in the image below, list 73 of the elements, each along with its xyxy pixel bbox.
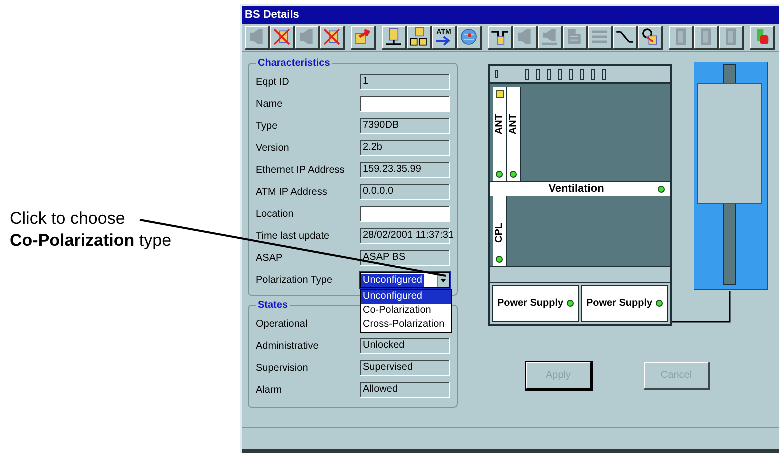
readonly-field: 1: [360, 74, 450, 90]
dropdown[interactable]: Unconfigured: [360, 272, 450, 288]
module-label: Ventilation: [548, 182, 604, 197]
field-label: Operational: [256, 318, 308, 332]
readonly-field: 159.23.35.99: [360, 162, 450, 178]
input-field[interactable]: [360, 206, 450, 222]
window-title: BS Details: [242, 6, 779, 24]
plug-cross-icon: [272, 27, 292, 47]
toolbar-button[interactable]: [513, 26, 538, 50]
field-label: Supervision: [256, 362, 308, 376]
module-label: Power Supply: [497, 297, 564, 311]
toolbar-button[interactable]: [719, 26, 744, 50]
module-label: ANT: [494, 114, 504, 135]
toolbar-button[interactable]: [694, 26, 719, 50]
ventilation-bar[interactable]: Ventilation: [490, 182, 670, 196]
toolbar-button[interactable]: [245, 26, 270, 50]
readonly-field: Unlocked: [360, 338, 450, 354]
phone-icon: [640, 27, 660, 47]
plug-cross-icon: [322, 27, 342, 47]
readonly-field: Allowed: [360, 382, 450, 398]
toolbar-button[interactable]: [669, 26, 694, 50]
toolbar-button[interactable]: [563, 26, 588, 50]
field-label: ATM IP Address: [256, 186, 328, 200]
arrow-box-icon: [353, 27, 373, 47]
readonly-field: Supervised: [360, 360, 450, 376]
module-label: CPL: [494, 223, 504, 243]
toolbar-button[interactable]: [295, 26, 320, 50]
toolbar-button[interactable]: [613, 26, 638, 50]
globe-icon: [459, 27, 479, 47]
arrow-icon: [435, 36, 453, 46]
toolbar-button[interactable]: [488, 26, 513, 50]
module-label: Power Supply: [586, 297, 653, 311]
readonly-field: 0.0.0.0: [360, 184, 450, 200]
toolbar-button[interactable]: [407, 26, 432, 50]
dropdown-option[interactable]: Unconfigured: [361, 290, 451, 304]
readonly-field: 2.2b: [360, 140, 450, 156]
field-label: ASAP: [256, 252, 283, 266]
group-title: States: [257, 299, 290, 313]
field-label: Location: [256, 208, 294, 222]
toolbar-button[interactable]: [588, 26, 613, 50]
readonly-field: ASAP BS: [360, 250, 450, 266]
toolbar-button[interactable]: [750, 26, 775, 50]
toolbar-button[interactable]: [382, 26, 407, 50]
power-supply-card[interactable]: Power Supply: [581, 285, 668, 322]
dropdown-option[interactable]: Co-Polarization: [361, 304, 451, 318]
module-card[interactable]: CPL: [493, 196, 507, 266]
module-card[interactable]: ANT: [507, 87, 521, 181]
field-label: Eqpt ID: [256, 76, 290, 90]
callout-text: Click to choose: [10, 208, 126, 230]
field-label: Polarization Type: [256, 274, 333, 288]
toolbar-button[interactable]: [351, 26, 376, 50]
network-icon: [409, 27, 429, 47]
toolbar-button[interactable]: [457, 26, 482, 50]
toolbar-button[interactable]: [638, 26, 663, 50]
field-label: Version: [256, 142, 290, 156]
toolbar-button[interactable]: [538, 26, 563, 50]
toolbar-button[interactable]: [320, 26, 345, 50]
server-icon: [384, 27, 404, 47]
readonly-field: 7390DB: [360, 118, 450, 134]
callout-text: Co-Polarization type: [10, 230, 172, 252]
field-label: Ethernet IP Address: [256, 164, 345, 178]
field-label: Name: [256, 98, 283, 112]
module-card[interactable]: ANT: [493, 87, 507, 181]
field-label: Type: [256, 120, 278, 134]
field-label: Administrative: [256, 340, 319, 354]
dropdown-option[interactable]: Cross-Polarization: [361, 318, 451, 332]
group-title: Characteristics: [257, 57, 332, 71]
field-label: Time last update: [256, 230, 330, 244]
toolbar-button[interactable]: [270, 26, 295, 50]
module-label: ANT: [508, 114, 518, 135]
input-field[interactable]: [360, 96, 450, 112]
field-label: Alarm: [256, 384, 282, 398]
power-supply-card[interactable]: Power Supply: [492, 285, 579, 322]
